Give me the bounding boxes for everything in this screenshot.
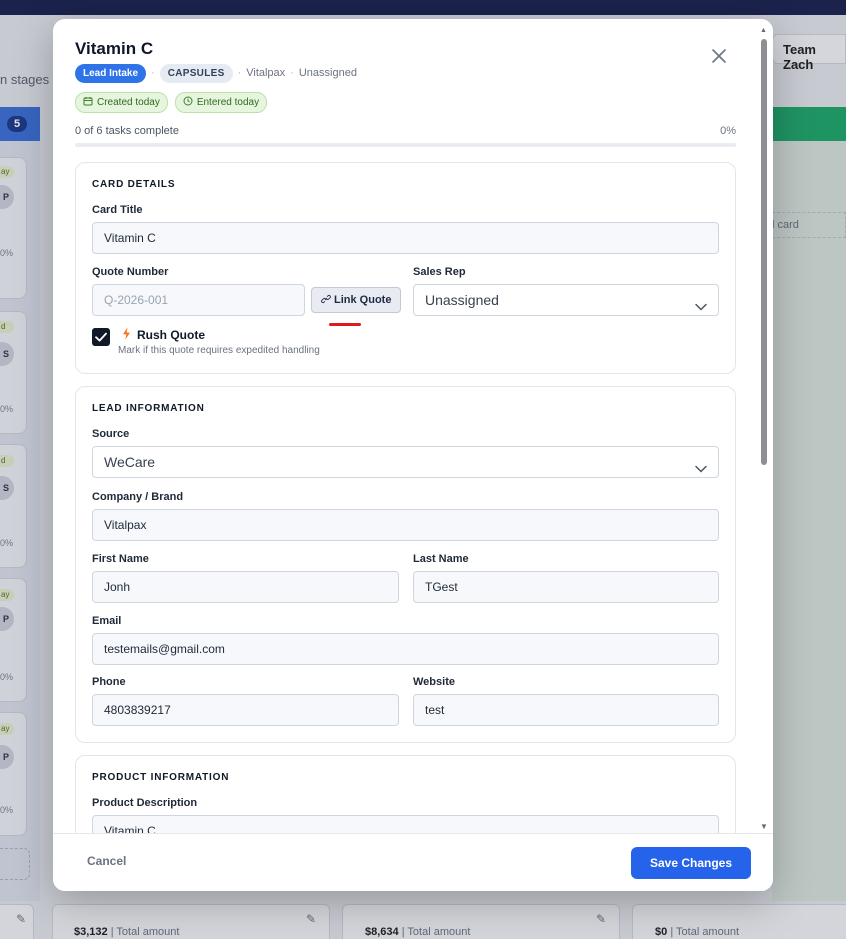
- card-title-input[interactable]: Vitamin C: [92, 222, 719, 254]
- source-value: WeCare: [104, 454, 156, 470]
- phone-label: Phone: [92, 676, 126, 688]
- sales-rep-label: Sales Rep: [413, 266, 466, 278]
- lead-information-section: LEAD INFORMATION Source WeCare Company /…: [75, 386, 736, 743]
- edit-card-modal: Vitamin C Lead Intake · CAPSULES · Vital…: [53, 19, 773, 891]
- clock-icon: [183, 96, 193, 109]
- close-icon[interactable]: [709, 46, 729, 66]
- section-heading: LEAD INFORMATION: [92, 403, 205, 414]
- product-description-input[interactable]: Vitamin C: [92, 815, 719, 833]
- phone-input[interactable]: 4803839217: [92, 694, 399, 726]
- modal-footer: Cancel Save Changes: [53, 833, 773, 891]
- sales-rep-select[interactable]: Unassigned: [413, 284, 719, 316]
- section-heading: PRODUCT INFORMATION: [92, 772, 230, 783]
- rush-quote-title: Rush Quote: [122, 327, 205, 343]
- first-name-label: First Name: [92, 553, 149, 565]
- rush-quote-checkbox[interactable]: [92, 328, 110, 346]
- rush-quote-label: Rush Quote: [137, 328, 205, 342]
- scroll-up-arrow-icon[interactable]: ▲: [760, 27, 767, 34]
- email-label: Email: [92, 615, 122, 627]
- task-progress-percent: 0%: [720, 125, 736, 137]
- lightning-icon: [122, 327, 131, 343]
- scroll-down-arrow-icon[interactable]: ▼: [760, 822, 768, 831]
- link-quote-label: Link Quote: [334, 294, 392, 306]
- company-label: Company / Brand: [92, 491, 184, 503]
- entered-tag-label: Entered today: [196, 97, 260, 108]
- annotation-underline: [329, 323, 361, 326]
- status-tags: Created today Entered today: [75, 92, 268, 113]
- cancel-button[interactable]: Cancel: [87, 854, 126, 868]
- calendar-icon: [83, 96, 93, 109]
- separator: ·: [290, 67, 294, 79]
- modal-body[interactable]: Vitamin C Lead Intake · CAPSULES · Vital…: [53, 19, 773, 833]
- company-input[interactable]: Vitalpax: [92, 509, 719, 541]
- email-input[interactable]: testemails@gmail.com: [92, 633, 719, 665]
- separator: ·: [237, 67, 242, 79]
- link-icon: [321, 294, 331, 307]
- entered-tag: Entered today: [174, 92, 268, 113]
- created-tag-label: Created today: [97, 97, 160, 108]
- last-name-input[interactable]: TGest: [413, 571, 719, 603]
- separator: ·: [151, 67, 155, 79]
- type-badge: CAPSULES: [159, 63, 233, 83]
- save-changes-button[interactable]: Save Changes: [631, 847, 751, 879]
- checkmark-icon: [95, 332, 107, 342]
- quote-number-label: Quote Number: [92, 266, 169, 278]
- website-label: Website: [413, 676, 455, 688]
- last-name-label: Last Name: [413, 553, 469, 565]
- product-information-section: PRODUCT INFORMATION Product Description …: [75, 755, 736, 833]
- product-description-label: Product Description: [92, 797, 198, 809]
- card-title-label: Card Title: [92, 204, 143, 216]
- modal-scrollbar[interactable]: ▲ ▼: [759, 27, 769, 831]
- stage-badge: Lead Intake: [75, 63, 147, 83]
- chevron-down-icon: [694, 294, 708, 311]
- rush-quote-help: Mark if this quote requires expedited ha…: [118, 345, 320, 356]
- source-select[interactable]: WeCare: [92, 446, 719, 478]
- created-tag: Created today: [75, 92, 168, 113]
- source-label: Source: [92, 428, 130, 440]
- chevron-down-icon: [694, 456, 708, 473]
- assignee-text: Unassigned: [298, 67, 357, 79]
- modal-title: Vitamin C: [75, 39, 154, 58]
- link-quote-button[interactable]: Link Quote: [311, 287, 402, 313]
- first-name-input[interactable]: Jonh: [92, 571, 399, 603]
- scrollbar-thumb[interactable]: [761, 39, 767, 465]
- card-details-section: CARD DETAILS Card Title Vitamin C Quote …: [75, 162, 736, 374]
- website-input[interactable]: test: [413, 694, 719, 726]
- company-text: Vitalpax: [246, 67, 286, 79]
- sales-rep-value: Unassigned: [425, 292, 499, 308]
- section-heading: CARD DETAILS: [92, 179, 176, 190]
- task-progress-label: 0 of 6 tasks complete: [75, 125, 179, 137]
- quote-number-input[interactable]: Q-2026-001: [92, 284, 305, 316]
- task-progress-bar: [75, 143, 736, 147]
- card-meta: Lead Intake · CAPSULES · Vitalpax · Unas…: [75, 63, 357, 83]
